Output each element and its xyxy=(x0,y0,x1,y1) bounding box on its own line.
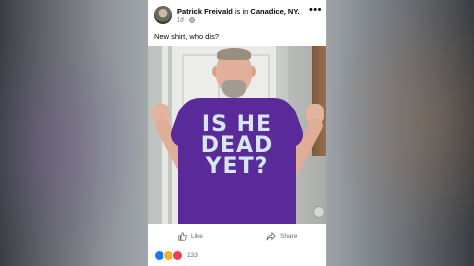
reaction-count: 133 xyxy=(187,251,198,259)
more-options-icon[interactable]: ••• xyxy=(309,4,322,16)
background-blur-right xyxy=(314,0,474,266)
share-button[interactable]: Share xyxy=(266,228,297,244)
share-arrow-icon xyxy=(266,231,276,241)
reaction-summary[interactable]: 133 xyxy=(154,249,198,261)
hair xyxy=(217,48,251,60)
share-label: Share xyxy=(280,232,298,240)
post-actions: Like Share xyxy=(148,228,326,244)
shirt-slogan-line-2: DEAD xyxy=(200,133,274,158)
beard xyxy=(222,80,246,98)
door-knob xyxy=(313,206,325,218)
background-blur-left xyxy=(0,0,160,266)
like-button[interactable]: Like xyxy=(178,228,203,244)
post-timestamp[interactable]: 1d xyxy=(177,18,184,24)
meta-separator: · xyxy=(185,17,188,24)
author-name[interactable]: Patrick Freivald xyxy=(177,7,233,16)
post-caption: New shirt, who dis? xyxy=(154,32,220,41)
shirt-slogan-line-1: IS HE xyxy=(201,112,273,137)
shirt-slogan-line-3: YET? xyxy=(205,154,269,179)
globe-icon xyxy=(189,17,195,24)
author-line: Patrick Freivald is in Canadice, NY. xyxy=(177,7,300,16)
post-header: Patrick Freivald is in Canadice, NY. 1d … xyxy=(148,0,326,28)
thumbs-up-icon xyxy=(178,231,187,241)
like-label: Like xyxy=(191,232,203,240)
location-name[interactable]: Canadice, NY. xyxy=(250,7,299,16)
location-prefix: is in xyxy=(234,7,249,16)
avatar[interactable] xyxy=(154,6,172,24)
love-reaction-icon xyxy=(172,249,183,261)
shirt-slogan: IS HE DEAD YET? xyxy=(192,112,282,179)
post-photo[interactable]: IS HE DEAD YET? xyxy=(148,46,326,224)
post-meta: 1d · xyxy=(177,17,195,24)
post-card: Patrick Freivald is in Canadice, NY. 1d … xyxy=(148,0,326,266)
